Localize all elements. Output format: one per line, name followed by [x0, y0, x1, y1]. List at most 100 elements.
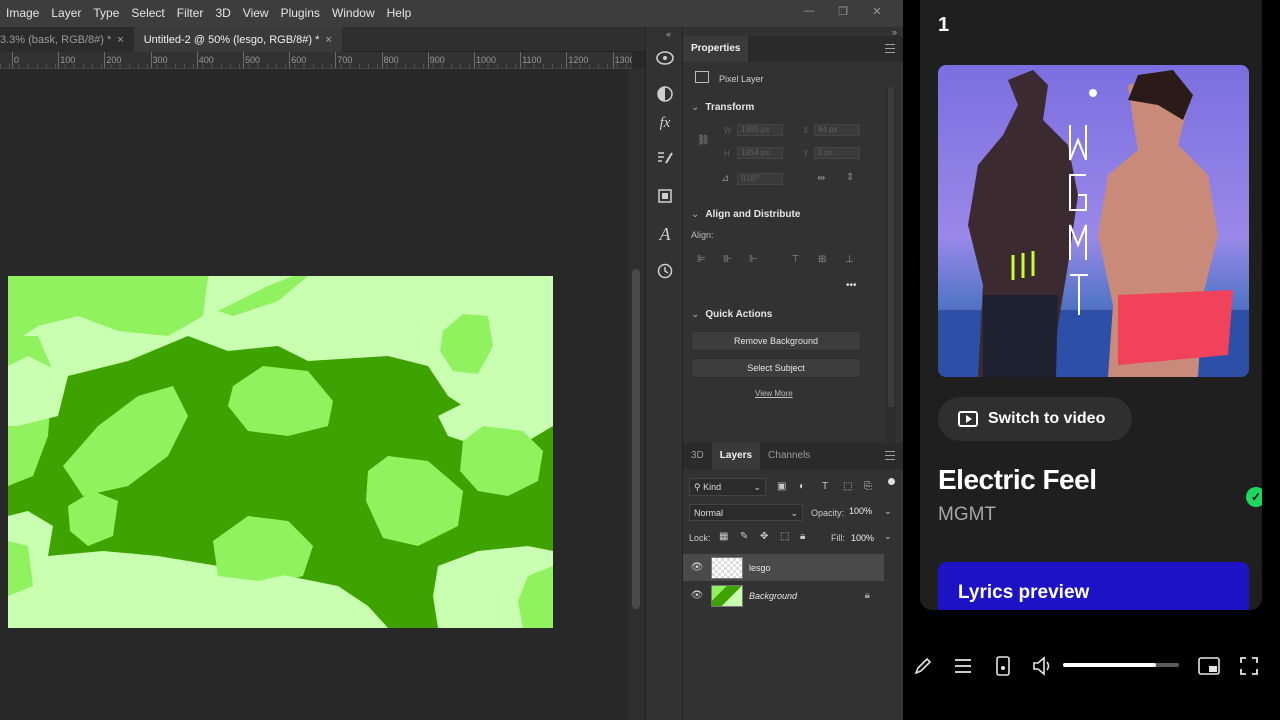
doc-tab-bask[interactable]: 3.3% (bask, RGB/8#) * ×	[0, 27, 134, 52]
song-title[interactable]: Electric Feel	[938, 464, 1097, 496]
doc-tab-untitled-2[interactable]: Untitled-2 @ 50% (lesgo, RGB/8#) * ×	[133, 27, 342, 52]
tab-channels[interactable]: Channels	[760, 443, 818, 469]
select-subject-button[interactable]: Select Subject	[691, 358, 861, 378]
lock-image-icon[interactable]: ✎	[740, 531, 748, 542]
brush-settings-icon[interactable]	[654, 147, 676, 169]
vertical-scrollbar[interactable]	[628, 69, 645, 720]
lock-position-icon[interactable]: ✥	[760, 531, 768, 542]
right-panels: » Properties Pixel Layer ⌄ Transform ⛓ W …	[683, 27, 903, 720]
menu-filter[interactable]: Filter	[171, 0, 210, 27]
filter-adjustment-icon[interactable]: ◐	[799, 481, 805, 492]
fill-field[interactable]: 100%	[851, 533, 874, 543]
tab-properties[interactable]: Properties	[683, 36, 749, 62]
artist-name[interactable]: MGMT	[938, 504, 996, 526]
close-tab-icon[interactable]: ×	[117, 34, 123, 46]
library-icon[interactable]	[654, 185, 676, 207]
opacity-label: Opacity:	[811, 508, 845, 518]
transform-section-title[interactable]: ⌄ Transform	[691, 102, 754, 113]
fullscreen-icon[interactable]	[1237, 654, 1261, 678]
character-icon[interactable]: A	[654, 223, 676, 245]
link-icon[interactable]: ⛓	[697, 135, 710, 146]
volume-slider[interactable]	[1063, 663, 1179, 667]
switch-to-video-button[interactable]: Switch to video	[938, 397, 1132, 441]
align-bottom-icon[interactable]: ⊥	[845, 254, 854, 265]
layer-row-background[interactable]: 👁︎ Background 🔒︎	[683, 582, 884, 609]
collapse-left-icon[interactable]: «	[666, 29, 671, 39]
properties-scrollbar[interactable]	[886, 87, 896, 447]
menu-image[interactable]: Image	[0, 0, 45, 27]
filter-smart-object-icon[interactable]: ⎘	[864, 481, 872, 492]
height-field[interactable]: 1954 px	[737, 147, 783, 159]
minimize-button[interactable]: —	[793, 0, 825, 22]
filter-toggle-icon[interactable]	[888, 478, 895, 485]
fx-icon[interactable]: fx	[654, 112, 676, 134]
adjustments-icon[interactable]	[654, 83, 676, 105]
width-field[interactable]: 1995 px	[737, 124, 783, 136]
chevron-down-icon[interactable]: ⌄	[884, 506, 892, 517]
3d-sphere-icon[interactable]	[654, 47, 676, 69]
lock-artboard-icon[interactable]: ⬚	[780, 531, 789, 542]
playback-controls	[903, 640, 1280, 692]
layer-name-lesgo[interactable]: lesgo	[749, 563, 771, 573]
align-top-icon[interactable]: ⊤	[791, 254, 800, 265]
lock-transparent-icon[interactable]: ▦	[719, 531, 728, 542]
document-canvas[interactable]	[8, 276, 553, 628]
close-button[interactable]: ✕	[861, 0, 893, 22]
history-icon[interactable]	[654, 260, 676, 282]
connect-device-icon[interactable]	[991, 654, 1015, 678]
quick-actions-section-title[interactable]: ⌄ Quick Actions	[691, 309, 772, 320]
align-middle-icon[interactable]: ⊞	[818, 254, 826, 265]
filter-pixel-icon[interactable]: ▣	[777, 481, 786, 492]
align-left-icon[interactable]: ⊫	[697, 254, 706, 265]
panel-menu-icon[interactable]	[885, 451, 895, 460]
view-more-link[interactable]: View More	[755, 389, 793, 398]
menu-help[interactable]: Help	[381, 0, 418, 27]
visibility-eye-icon[interactable]: 👁︎	[683, 590, 711, 601]
ruler-tick	[12, 52, 13, 68]
filter-shape-icon[interactable]: ⬚	[843, 481, 852, 492]
filter-kind-select[interactable]: ⚲ Kind ⌄	[689, 478, 766, 496]
chevron-down-icon[interactable]: ⌄	[884, 531, 892, 542]
menu-view[interactable]: View	[237, 0, 275, 27]
menu-select[interactable]: Select	[125, 0, 170, 27]
queue-icon[interactable]	[951, 654, 975, 678]
close-tab-icon[interactable]: ×	[325, 34, 331, 46]
visibility-eye-icon[interactable]: 👁︎	[683, 562, 711, 573]
height-label: H	[724, 149, 730, 158]
align-section-title[interactable]: ⌄ Align and Distribute	[691, 209, 800, 220]
lyrics-preview-card[interactable]: Lyrics preview	[938, 562, 1249, 610]
scrollbar-thumb[interactable]	[632, 269, 640, 609]
tab-3d[interactable]: 3D	[683, 443, 712, 469]
opacity-field[interactable]: 100%	[849, 506, 879, 520]
layer-name-background[interactable]: Background	[749, 591, 797, 601]
pen-icon[interactable]	[911, 654, 935, 678]
volume-icon[interactable]	[1031, 654, 1055, 678]
menu-3d[interactable]: 3D	[209, 0, 236, 27]
flip-horizontal-icon[interactable]: ⇹	[817, 173, 825, 184]
menu-plugins[interactable]: Plugins	[275, 0, 326, 27]
filter-type-icon[interactable]: T	[822, 481, 828, 492]
align-center-h-icon[interactable]: ⊪	[723, 254, 732, 265]
flip-vertical-icon[interactable]: ⇕	[846, 172, 854, 183]
lock-all-icon[interactable]: 🔒︎	[800, 531, 805, 542]
miniplayer-icon[interactable]	[1197, 654, 1221, 678]
angle-field[interactable]: 0.00°	[737, 173, 783, 185]
tab-layers[interactable]: Layers	[711, 443, 761, 469]
x-field[interactable]: 84 px	[814, 124, 860, 136]
menu-type[interactable]: Type	[87, 0, 125, 27]
liked-check-icon[interactable]: ✓	[1246, 487, 1262, 507]
menu-layer[interactable]: Layer	[45, 0, 87, 27]
menu-window[interactable]: Window	[326, 0, 381, 27]
ruler-tick-label: 500	[245, 55, 261, 65]
blend-mode-select[interactable]: Normal ⌄	[689, 504, 803, 521]
restore-button[interactable]: ❐	[827, 0, 859, 22]
panel-menu-icon[interactable]	[885, 44, 895, 53]
y-field[interactable]: 0 px	[814, 147, 860, 159]
album-art[interactable]	[938, 65, 1249, 377]
remove-background-button[interactable]: Remove Background	[691, 331, 861, 351]
more-options-icon[interactable]: •••	[846, 280, 857, 291]
align-right-icon[interactable]: ⊩	[749, 254, 758, 265]
layer-row-lesgo[interactable]: 👁︎ lesgo	[683, 554, 884, 581]
properties-scrollbar-thumb[interactable]	[888, 87, 894, 407]
layer-thumbnail	[711, 556, 743, 579]
